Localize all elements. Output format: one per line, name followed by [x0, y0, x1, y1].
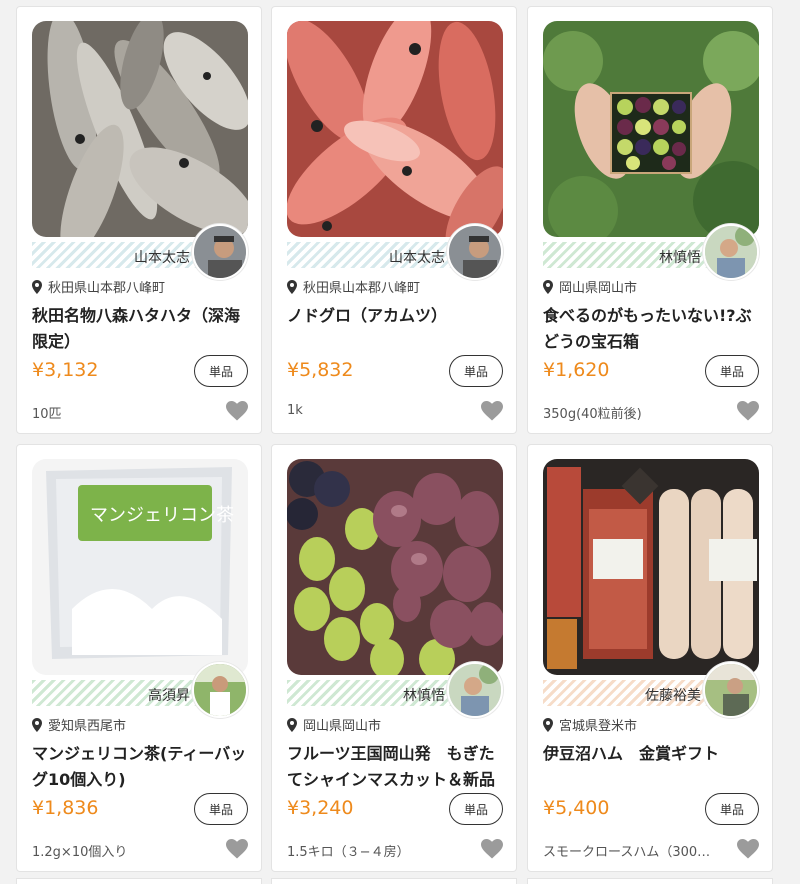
product-price: ¥5,832 [287, 359, 354, 381]
producer-name: 山本太志 [389, 250, 445, 266]
product-title[interactable]: 伊豆沼ハム 金賞ギフト [543, 741, 765, 767]
product-price: ¥3,132 [32, 359, 99, 381]
product-price: ¥3,240 [287, 797, 354, 819]
producer-name: 高須昇 [148, 688, 190, 704]
unit-button[interactable]: 単品 [194, 793, 248, 825]
map-pin-icon [32, 717, 42, 732]
producer-avatar[interactable] [192, 224, 248, 280]
producer-tag[interactable]: 林慎悟 [287, 662, 503, 718]
product-price: ¥5,400 [543, 797, 610, 819]
location-line: 宮城県登米市 [543, 715, 637, 734]
producer-name: 佐藤裕美 [645, 688, 701, 704]
product-card[interactable]: 佐藤裕美 宮城県登米市 伊豆沼ハム 金賞ギフト ¥5,400 単品 スモークロー… [527, 444, 773, 872]
product-price: ¥1,836 [32, 797, 99, 819]
location-text: 岡山県岡山市 [303, 719, 382, 734]
unit-button[interactable]: 単品 [194, 355, 248, 387]
producer-tag[interactable]: 高須昇 [32, 662, 248, 718]
map-pin-icon [32, 279, 42, 294]
map-pin-icon [287, 717, 297, 732]
location-line: 秋田県山本郡八峰町 [32, 277, 165, 296]
product-quantity: 1k [287, 403, 303, 418]
fish-nodoguro-photo[interactable] [287, 21, 503, 237]
grapes-photo[interactable] [287, 459, 503, 675]
unit-button[interactable]: 単品 [705, 355, 759, 387]
next-row-card-edge [271, 878, 517, 884]
heart-icon[interactable] [737, 401, 759, 421]
location-text: 宮城県登米市 [559, 719, 638, 734]
heart-icon[interactable] [481, 401, 503, 421]
location-line: 愛知県西尾市 [32, 715, 126, 734]
location-text: 岡山県岡山市 [559, 281, 638, 296]
producer-name: 林慎悟 [403, 688, 445, 704]
location-line: 岡山県岡山市 [287, 715, 381, 734]
producer-tag[interactable]: 林慎悟 [543, 224, 759, 280]
product-price: ¥1,620 [543, 359, 610, 381]
product-card[interactable]: 山本太志 秋田県山本郡八峰町 ノドグロ（アカムツ） ¥5,832 単品 1k [271, 6, 517, 434]
heart-icon[interactable] [737, 839, 759, 859]
producer-tag[interactable]: 佐藤裕美 [543, 662, 759, 718]
product-quantity: 10匹 [32, 407, 62, 422]
next-row-card-edge [16, 878, 262, 884]
producer-avatar[interactable] [447, 224, 503, 280]
producer-tag[interactable]: 山本太志 [287, 224, 503, 280]
product-quantity: スモークロースハム（300… [543, 845, 711, 860]
product-title[interactable]: マンジェリコン茶(ティーバッグ10個入り) [32, 741, 254, 793]
producer-avatar[interactable] [703, 662, 759, 718]
product-title[interactable]: フルーツ王国岡山発 もぎたてシャインマスカット＆新品 [287, 741, 509, 793]
unit-button[interactable]: 単品 [449, 793, 503, 825]
fish-hatahata-photo[interactable] [32, 21, 248, 237]
unit-button[interactable]: 単品 [449, 355, 503, 387]
producer-name: 林慎悟 [659, 250, 701, 266]
location-text: 秋田県山本郡八峰町 [303, 281, 421, 296]
map-pin-icon [543, 279, 553, 294]
product-title[interactable]: ノドグロ（アカムツ） [287, 303, 509, 329]
location-line: 秋田県山本郡八峰町 [287, 277, 420, 296]
product-quantity: 1.2g×10個入り [32, 845, 128, 860]
svg-text:マンジェリコン茶: マンジェリコン茶 [90, 505, 234, 526]
product-card[interactable]: 山本太志 秋田県山本郡八峰町 秋田名物八森ハタハタ（深海限定） ¥3,132 単… [16, 6, 262, 434]
location-text: 秋田県山本郡八峰町 [48, 281, 166, 296]
location-text: 愛知県西尾市 [48, 719, 127, 734]
product-quantity: 1.5キロ（３−４房） [287, 845, 410, 860]
producer-avatar[interactable] [192, 662, 248, 718]
next-row-card-edge [527, 878, 773, 884]
product-title[interactable]: 食べるのがもったいない!?ぶどうの宝石箱 [543, 303, 765, 355]
grape-box-photo[interactable] [543, 21, 759, 237]
tea-bag-photo[interactable]: マンジェリコン茶 [32, 459, 248, 675]
map-pin-icon [287, 279, 297, 294]
heart-icon[interactable] [226, 401, 248, 421]
map-pin-icon [543, 717, 553, 732]
product-quantity: 350g(40粒前後) [543, 407, 642, 422]
product-title[interactable]: 秋田名物八森ハタハタ（深海限定） [32, 303, 254, 355]
unit-button[interactable]: 単品 [705, 793, 759, 825]
producer-tag[interactable]: 山本太志 [32, 224, 248, 280]
product-card[interactable]: 林慎悟 岡山県岡山市 食べるのがもったいない!?ぶどうの宝石箱 ¥1,620 単… [527, 6, 773, 434]
ham-gift-photo[interactable] [543, 459, 759, 675]
producer-avatar[interactable] [703, 224, 759, 280]
producer-name: 山本太志 [134, 250, 190, 266]
producer-avatar[interactable] [447, 662, 503, 718]
heart-icon[interactable] [481, 839, 503, 859]
heart-icon[interactable] [226, 839, 248, 859]
product-card[interactable]: 林慎悟 岡山県岡山市 フルーツ王国岡山発 もぎたてシャインマスカット＆新品 ¥3… [271, 444, 517, 872]
product-card[interactable]: マンジェリコン茶 高須昇 愛知県西尾市 マンジェリコン茶(ティーバッグ10個入り… [16, 444, 262, 872]
location-line: 岡山県岡山市 [543, 277, 637, 296]
